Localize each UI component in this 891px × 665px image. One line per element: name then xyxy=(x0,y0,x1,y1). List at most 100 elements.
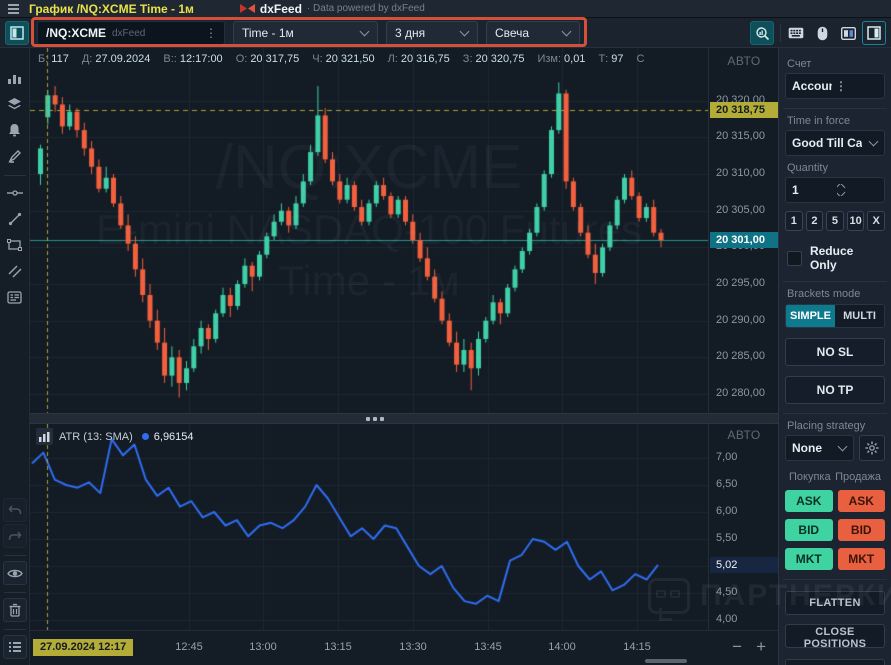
aggregation-select[interactable]: Time - 1м xyxy=(233,21,378,45)
buy-bid-button[interactable]: BID xyxy=(785,519,833,541)
brackets-multi-option[interactable]: MULTI xyxy=(835,305,884,327)
close-positions-button[interactable]: CLOSE POSITIONS xyxy=(785,624,885,650)
indicator-icon xyxy=(36,428,53,445)
zoom-in-button[interactable]: + xyxy=(756,637,766,657)
sidebar-divider xyxy=(3,175,26,176)
reverse-button[interactable]: REVERSE xyxy=(785,659,885,665)
price-tick-label: 20 295,00 xyxy=(716,277,765,289)
indicators-button[interactable] xyxy=(3,66,27,90)
trend-line-tool[interactable] xyxy=(3,207,27,231)
atr-axis-auto[interactable]: АВТО xyxy=(709,428,779,442)
panels-button[interactable] xyxy=(836,21,860,45)
price-axis[interactable]: АВТО АВТО 20 318,75 20 301,00 5,02 20 32… xyxy=(708,48,778,630)
reduce-only-label[interactable]: Reduce Only xyxy=(810,244,883,272)
redo-button[interactable] xyxy=(2,524,27,548)
sell-ask-button[interactable]: ASK xyxy=(837,490,885,512)
chart-toolbar: /NQ:XCME dxFeed ⋮ Time - 1м 3 дня Свеча xyxy=(0,18,891,48)
tif-value: Good Till Can xyxy=(792,136,862,150)
alerts-button[interactable] xyxy=(3,118,27,142)
range-select[interactable]: 3 дня xyxy=(386,21,478,45)
layout-button[interactable] xyxy=(5,21,29,45)
tif-select[interactable]: Good Till Can xyxy=(785,130,885,156)
flatten-button[interactable]: FLATTEN xyxy=(785,591,885,615)
time-tick-label: 13:00 xyxy=(249,641,277,653)
strategy-select[interactable]: None xyxy=(785,435,854,461)
scrollbar-handle[interactable] xyxy=(645,659,687,663)
trading-platform: График /NQ:XCME Time - 1м dxFeed · Data … xyxy=(0,0,891,665)
strategy-row: None xyxy=(785,435,885,461)
sell-mkt-button[interactable]: MKT xyxy=(837,548,885,570)
menu-icon[interactable] xyxy=(8,3,19,14)
sell-bid-button[interactable]: BID xyxy=(837,519,885,541)
delete-button[interactable] xyxy=(2,598,27,622)
panel-divider xyxy=(783,108,887,109)
atr-tick-label: 4,50 xyxy=(716,586,738,598)
chart-type-value: Свеча xyxy=(495,26,530,40)
preset-2-button[interactable]: 2 xyxy=(805,211,824,231)
time-axis[interactable]: 27.09.2024 12:17 12:45 13:00 13:15 13:30 13:… xyxy=(30,630,778,665)
preset-5-button[interactable]: 5 xyxy=(826,211,844,231)
price-chart-canvas[interactable] xyxy=(30,48,708,413)
aggregation-value: Time - 1м xyxy=(242,26,294,40)
search-chart-icon xyxy=(755,26,769,40)
sidebar-divider xyxy=(3,629,26,630)
no-tp-button[interactable]: NO TP xyxy=(785,376,885,404)
panel-divider xyxy=(783,413,887,414)
brackets-mode-label: Brackets mode xyxy=(787,288,861,300)
object-tree-button[interactable] xyxy=(2,635,27,659)
account-menu-icon[interactable]: ⋮ xyxy=(832,79,878,93)
buy-ask-button[interactable]: ASK xyxy=(785,490,833,512)
symbol-menu-icon[interactable]: ⋮ xyxy=(202,26,220,40)
powered-by-text: · Data powered by dxFeed xyxy=(306,3,425,14)
reduce-only-checkbox[interactable] xyxy=(787,250,802,266)
bell-icon xyxy=(9,124,20,137)
atr-value-badge: 5,02 xyxy=(710,556,778,573)
symbol-input[interactable]: /NQ:XCME dxFeed ⋮ xyxy=(37,21,225,45)
atr-chart-canvas[interactable] xyxy=(30,424,708,630)
undo-icon xyxy=(8,505,21,515)
keyboard-icon xyxy=(788,27,804,39)
horizontal-line-tool[interactable] xyxy=(3,181,27,205)
legend-item: Б: 117 xyxy=(38,53,69,65)
form-tool[interactable] xyxy=(3,285,27,309)
sidebar-divider xyxy=(3,592,26,593)
draw-button[interactable] xyxy=(3,144,27,168)
price-tick-label: 20 290,00 xyxy=(716,313,765,326)
account-select[interactable]: Account (U. ⋮ xyxy=(785,73,885,99)
brackets-simple-option[interactable]: SIMPLE xyxy=(786,305,835,327)
atr-tick-label: 4,00 xyxy=(716,613,738,625)
time-tick-label: 13:45 xyxy=(474,641,502,653)
zoom-out-button[interactable]: − xyxy=(732,637,742,657)
mouse-button[interactable] xyxy=(810,21,834,45)
trend-line-icon xyxy=(8,212,21,226)
no-sl-button[interactable]: NO SL xyxy=(785,338,885,366)
price-tick-label: 20 285,00 xyxy=(716,350,765,363)
preset-x-button[interactable]: X xyxy=(867,211,885,231)
preset-10-button[interactable]: 10 xyxy=(846,211,865,231)
pane-divider[interactable] xyxy=(30,413,778,424)
chevron-down-icon xyxy=(561,26,572,37)
toolbar-separator xyxy=(780,24,781,42)
stepper-icons[interactable] xyxy=(837,184,878,196)
atr-label: ATR (13: SMA) xyxy=(59,430,133,443)
chart-type-select[interactable]: Свеча xyxy=(486,21,580,45)
drawing-sidebar xyxy=(0,48,30,665)
search-chart-button[interactable] xyxy=(750,21,774,45)
legend-item: З: 20 320,75 xyxy=(462,53,525,65)
parallel-channel-tool[interactable] xyxy=(3,259,27,283)
strategy-settings-button[interactable] xyxy=(859,435,885,461)
time-tick-label: 14:00 xyxy=(548,641,576,653)
quantity-presets: 1 2 5 10 X xyxy=(785,211,885,231)
preset-1-button[interactable]: 1 xyxy=(785,211,803,231)
visibility-button[interactable] xyxy=(2,561,27,585)
keyboard-button[interactable] xyxy=(784,21,808,45)
quantity-stepper[interactable]: 1 xyxy=(785,177,885,203)
layout-icon xyxy=(10,26,24,40)
price-axis-auto[interactable]: АВТО xyxy=(709,54,779,68)
titlebar: График /NQ:XCME Time - 1м dxFeed · Data … xyxy=(0,0,891,18)
sidebar-toggle-button[interactable] xyxy=(862,21,886,45)
layers-button[interactable] xyxy=(3,92,27,116)
buy-mkt-button[interactable]: MKT xyxy=(785,548,833,570)
undo-button[interactable] xyxy=(2,498,27,522)
rectangle-tool[interactable] xyxy=(3,233,27,257)
